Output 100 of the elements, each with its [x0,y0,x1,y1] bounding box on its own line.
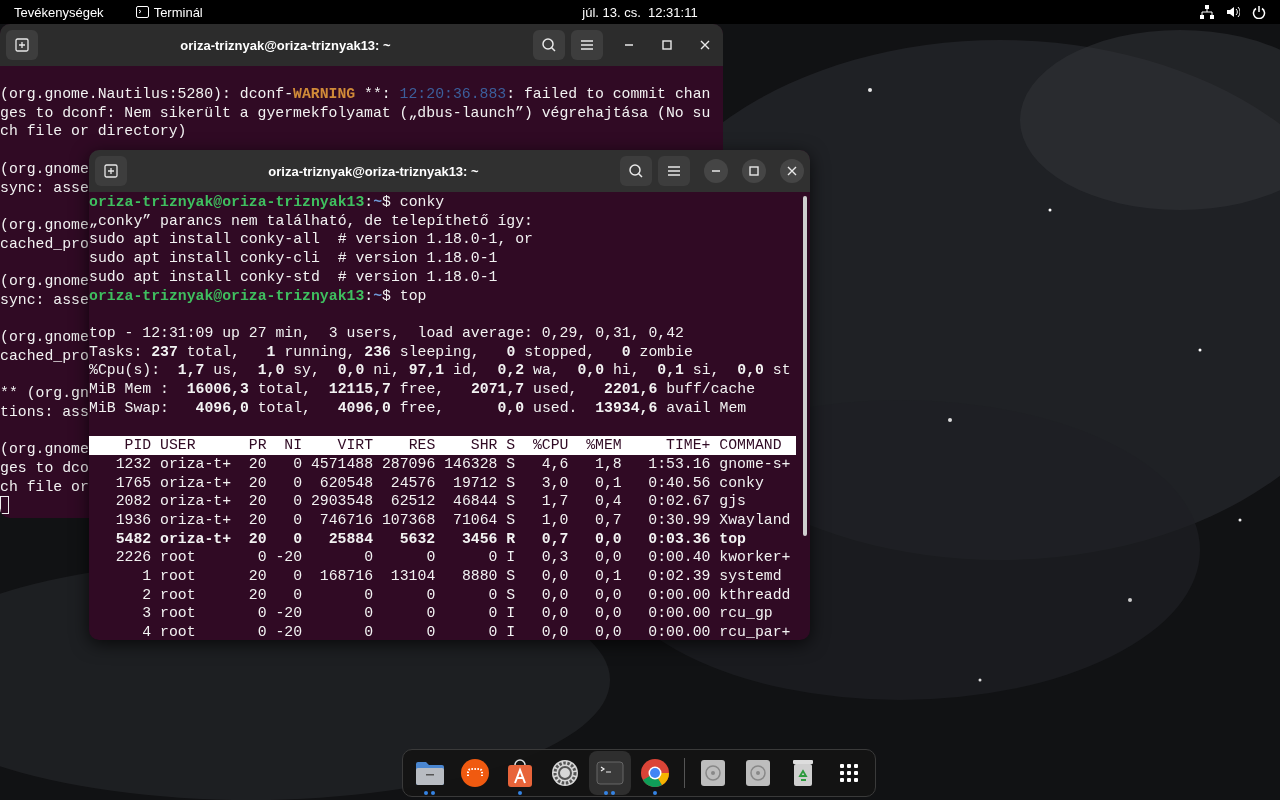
table-cell-text: 13104 [389,567,436,586]
close-button[interactable] [780,159,804,183]
app-menu[interactable]: Terminál [135,4,203,20]
table-cell-text: 0,0 [540,585,569,605]
window-title: oriza-triznyak@oriza-triznyak13: ~ [267,163,480,179]
terminal-line: Tasks: 237 total, 1 running, 236 sleeping, 0 stopped, 0 zombie [89,342,693,362]
table-cell-text: 46844 [452,492,498,511]
table-cell-text: 4571488 [309,454,374,474]
table-cell-text: 1,0 [540,510,569,530]
power-icon[interactable] [1252,5,1266,19]
column-header: SHR [469,436,498,455]
table-cell-text: 0,3 [540,548,569,568]
volume-icon[interactable] [1226,5,1240,19]
clock[interactable]: júl. 13. cs. 12:31:11 [431,4,849,20]
terminal-icon [135,6,149,18]
minimize-button[interactable] [704,159,728,183]
table-cell-text: 2226 [114,548,152,568]
table-cell-text: 1,7 [540,492,569,511]
table-cell-text: kthreadd [718,585,791,605]
gear-icon [550,759,579,787]
scrollbar[interactable] [803,196,807,536]
table-cell-text: 0 [292,529,303,549]
table-cell-text: 0,0 [594,585,622,605]
activities-button[interactable]: Tevékenységek [14,4,104,20]
shopping-bag-icon [505,758,534,788]
column-header: TIME+ [665,436,711,455]
terminal-line: (org.gnome.Nautilus:5280): dconf-WARNING **: 12:20:36.883: failed to commit chan [0,85,711,104]
table-cell-text: 2 [141,585,152,605]
table-cell-text: 1936 [114,510,152,530]
table-cell-text: 0 [292,492,303,511]
table-cell-text: 0 [425,548,436,568]
menu-icon [667,165,681,177]
terminal-line: (org.gnome [0,215,89,235]
table-cell-text: 0,0 [594,548,622,568]
table-cell-text: 0,0 [540,623,569,640]
table-cell-text: oriza-t+ [159,510,233,530]
new-tab-button[interactable] [6,30,38,60]
table-cell-text: root [159,567,197,586]
table-cell-text: 3 [141,604,152,624]
table-cell-text: 2903548 [309,492,374,511]
table-cell-text: root [159,585,197,605]
table-cell-text: oriza-t+ [159,454,233,474]
table-cell-text: 146328 [443,454,498,474]
maximize-icon [749,166,759,176]
close-icon [700,40,710,50]
table-cell-text: -20 [274,548,303,568]
column-header: USER [159,436,197,455]
terminal-line: sync: asse [0,291,89,310]
window-title: oriza-triznyak@oriza-triznyak13: ~ [179,37,392,53]
table-cell-text: 0 [425,623,436,640]
table-cell-text: S [505,454,516,474]
table-cell-text: gnome-s+ [718,454,791,474]
table-cell-text: 20 [247,492,267,511]
menu-icon [580,39,594,51]
maximize-button[interactable] [742,159,766,183]
column-header: PR [247,436,267,455]
table-cell-text: oriza-t+ [159,473,233,493]
terminal-line: ch file or directory) [0,122,187,142]
table-cell-text: 4,6 [540,454,569,474]
terminal-line: (org.gnome [0,440,89,459]
search-button[interactable] [620,156,652,186]
table-cell-text: root [159,623,197,640]
terminal-line: cached_pro [0,346,89,366]
table-cell-text: 0 [363,604,374,624]
terminal-icon [596,761,624,785]
table-cell-text: 0 [487,623,498,640]
table-cell-text: S [505,492,516,511]
table-cell-text: 746716 [318,510,374,530]
table-cell-text: I [505,604,516,624]
table-cell-text: 0 [292,454,303,474]
table-cell-text: conky [718,473,765,493]
table-cell-text: 0,7 [540,529,569,549]
menu-button[interactable] [571,30,603,60]
network-icon[interactable] [1200,5,1214,19]
column-header: S [505,436,516,455]
column-header: PID [123,436,152,455]
table-cell-text: 0,1 [594,567,622,586]
column-header: NI [283,436,303,455]
table-cell-text: gjs [718,492,747,511]
terminal-line: ges to dco [0,458,89,478]
table-cell-text: 1232 [114,454,152,474]
new-tab-button[interactable] [95,156,127,186]
table-cell-text: 0 [292,510,303,530]
search-button[interactable] [533,30,565,60]
table-cell-text: 1 [141,567,152,586]
table-cell-text: 20 [247,585,267,605]
browser-icon [640,758,671,788]
table-cell-text: 4 [141,623,152,640]
table-cell-text: 1:53.16 [647,454,711,474]
table-cell-text: S [505,510,516,530]
table-cell-text: 1,8 [594,454,622,474]
menu-button[interactable] [658,156,690,186]
table-cell-text: -20 [274,604,303,624]
column-header: %CPU [531,436,569,455]
table-cell-text: 0 [292,585,303,605]
table-cell-text: 0 [363,585,374,605]
table-cell-text: 0 [425,585,436,605]
table-cell-text: 0:00.00 [647,623,711,640]
table-cell-text: 62512 [389,492,436,511]
terminal-line: oriza-triznyak@oriza-triznyak13:~$ top [89,286,427,306]
